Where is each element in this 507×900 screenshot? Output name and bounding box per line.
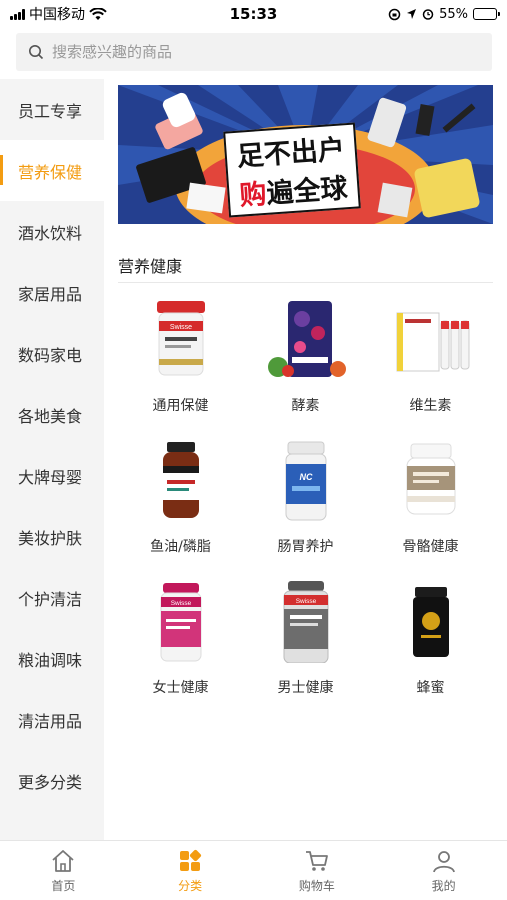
sidebar-item-more[interactable]: 更多分类 [0,750,104,811]
bone-health-bottle-icon [406,443,455,515]
sidebar-item-cleaning[interactable]: 清洁用品 [0,689,104,750]
product-brand: Swisse [170,600,191,607]
sidebar-item-label: 粮油调味 [18,650,83,670]
sidebar-item-label: 各地美食 [18,406,83,426]
category-sidebar: 员工专享 营养保健 酒水饮料 家居用品 数码家电 各地美食 大牌母婴 美妆护肤 … [0,79,104,840]
sidebar-item-label: 清洁用品 [18,711,83,731]
probiotic-bottle-icon: NC [285,441,326,521]
product-label: 鱼油/磷脂 [150,539,211,555]
sidebar-item-label: 个护清洁 [18,589,83,609]
tab-profile[interactable]: 我的 [380,841,507,900]
tab-home[interactable]: 首页 [0,841,127,900]
battery-percent: 55% [439,6,468,22]
sidebar-item-home[interactable]: 家居用品 [0,262,104,323]
sidebar-item-label: 美妆护肤 [18,528,83,548]
product-brand: NC [299,472,312,482]
men-health-bottle-icon: Swisse [283,581,328,663]
sidebar-item-label: 家居用品 [18,284,83,304]
product-bone-health[interactable]: 骨骼健康 [368,440,493,557]
search-box[interactable] [16,33,492,71]
sidebar-item-baby[interactable]: 大牌母婴 [0,445,104,506]
sidebar-item-label: 大牌母婴 [18,467,83,487]
product-general-health[interactable]: Swisse 通用保健 [118,299,243,416]
search-input[interactable] [52,43,452,61]
product-label: 酵素 [291,398,320,414]
tab-label: 购物车 [298,878,335,893]
category-icon [180,849,202,871]
product-grid: Swisse 通用保健 酵素 维生素 鱼油/磷脂 NC 肠胃养护 骨骼健康 Sw… [118,299,493,698]
product-women-health[interactable]: Swisse 女士健康 [118,581,243,698]
section-divider [118,282,493,283]
sidebar-item-nutrition[interactable]: 营养保健 [0,140,104,201]
banner-slogan: 足不出户 购遍全球 [223,122,361,218]
sidebar-item-food[interactable]: 各地美食 [0,384,104,445]
sidebar-item-label: 更多分类 [18,772,83,792]
user-icon [432,850,455,872]
tab-label: 首页 [51,878,76,893]
search-icon [29,45,44,60]
product-gut-care[interactable]: NC 肠胃养护 [243,440,368,557]
banner-slogan-1b: 不出户 [262,134,346,171]
cart-icon [305,850,328,871]
vitamin-box-icon [396,312,469,372]
sidebar-item-grain-oil[interactable]: 粮油调味 [0,628,104,689]
tab-label: 我的 [431,878,456,893]
status-right: 55% [388,6,500,22]
sidebar-item-label: 数码家电 [18,345,83,365]
honey-jar-icon [412,587,449,657]
location-icon [407,9,417,19]
fish-oil-bottle-icon [162,442,199,518]
product-vitamin[interactable]: 维生素 [368,299,493,416]
tab-category[interactable]: 分类 [127,841,254,900]
section-title: 营养健康 [118,257,183,276]
product-label: 肠胃养护 [277,539,334,555]
status-bar: 中国移动 15:33 55% [0,0,507,28]
swisse-jar-icon: Swisse [156,301,205,376]
women-health-bottle-icon: Swisse [160,583,201,662]
tab-cart[interactable]: 购物车 [254,841,381,900]
alarm-icon [422,9,434,20]
search-bar [0,28,507,80]
product-enzyme[interactable]: 酵素 [243,299,368,416]
product-brand: Swisse [169,324,191,331]
promo-banner[interactable]: 足不出户 购遍全球 [118,85,493,224]
sidebar-item-label: 员工专享 [18,101,83,121]
sidebar-item-drinks[interactable]: 酒水饮料 [0,201,104,262]
sidebar-item-label: 酒水饮料 [18,223,83,243]
banner-slogan-2a: 购 [238,178,268,212]
banner-slogan-1a: 足 [235,139,265,173]
product-label: 骨骼健康 [402,539,459,555]
home-icon [52,849,74,872]
product-fish-oil[interactable]: 鱼油/磷脂 [118,440,243,557]
bottom-tab-bar: 首页 分类 购物车 我的 [0,840,507,900]
product-honey[interactable]: 蜂蜜 [368,581,493,698]
category-content: 足不出户 购遍全球 营养健康 Swisse 通用保健 酵素 维生素 鱼油/磷脂 … [104,79,507,840]
sidebar-item-personal-care[interactable]: 个护清洁 [0,567,104,628]
enzyme-pouch-icon [267,301,346,377]
sidebar-item-staff[interactable]: 员工专享 [0,79,104,140]
product-label: 蜂蜜 [416,680,445,696]
sidebar-item-label: 营养保健 [18,162,83,182]
sidebar-item-beauty[interactable]: 美妆护肤 [0,506,104,567]
rotation-lock-icon [388,8,401,20]
product-label: 女士健康 [152,680,209,696]
product-men-health[interactable]: Swisse 男士健康 [243,581,368,698]
product-brand: Swisse [295,598,316,605]
battery-icon [473,8,500,20]
product-label: 男士健康 [277,680,334,696]
product-label: 通用保健 [152,398,209,414]
banner-slogan-2b: 遍全球 [265,173,349,210]
product-label: 维生素 [409,398,452,414]
tab-label: 分类 [178,878,203,893]
sidebar-item-digital[interactable]: 数码家电 [0,323,104,384]
